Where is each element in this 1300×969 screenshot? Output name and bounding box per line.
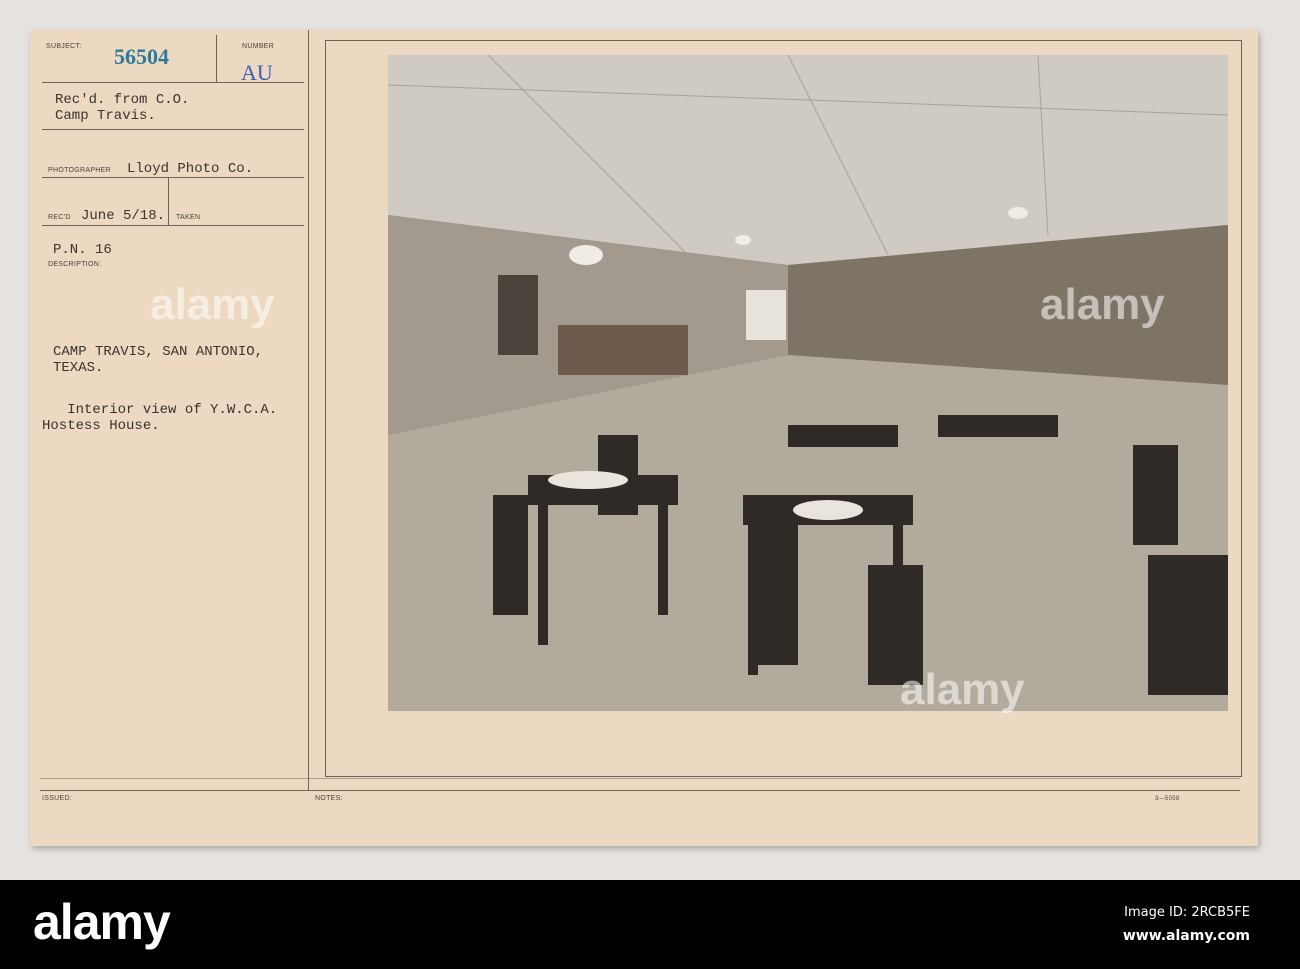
form-code: 3—5058	[1155, 796, 1180, 802]
recd-date: June 5/18.	[81, 208, 166, 224]
received-from: Rec'd. from C.O. Camp Travis.	[55, 92, 190, 124]
interior-photograph	[388, 55, 1228, 711]
watermark: alamy	[150, 280, 275, 329]
photographer-label: PHOTOGRAPHER	[48, 167, 111, 174]
issued-label: ISSUED:	[42, 795, 73, 802]
image-id: Image ID: 2RCB5FE	[1124, 905, 1250, 920]
divider	[216, 35, 217, 83]
photographer: Lloyd Photo Co.	[127, 161, 254, 177]
site-url[interactable]: www.alamy.com	[1123, 928, 1250, 944]
divider	[42, 177, 304, 178]
taken-label: TAKEN	[176, 214, 201, 221]
column-divider	[308, 30, 309, 790]
watermark: alamy	[900, 665, 1025, 714]
description: Interior view of Y.W.C.A. Hostess House.	[42, 402, 278, 434]
divider	[40, 778, 1240, 779]
divider	[42, 225, 304, 226]
divider	[42, 129, 304, 130]
location: CAMP TRAVIS, SAN ANTONIO, TEXAS.	[53, 344, 264, 376]
footer-bar	[0, 880, 1300, 969]
divider	[40, 790, 1240, 791]
notes-label: NOTES:	[315, 795, 343, 802]
number-value: AU	[241, 60, 273, 85]
subject-number: 56504	[114, 44, 169, 69]
watermark: alamy	[1040, 280, 1165, 329]
pn: P.N. 16	[53, 242, 112, 258]
alamy-logo: alamy	[33, 894, 171, 950]
subject-label: SUBJECT:	[46, 43, 82, 50]
recd-label: REC'D	[48, 214, 71, 221]
divider	[168, 178, 169, 225]
number-label: NUMBER	[242, 43, 275, 50]
description-label: DESCRIPTION:	[48, 261, 102, 268]
photo-illustration	[388, 55, 1228, 711]
